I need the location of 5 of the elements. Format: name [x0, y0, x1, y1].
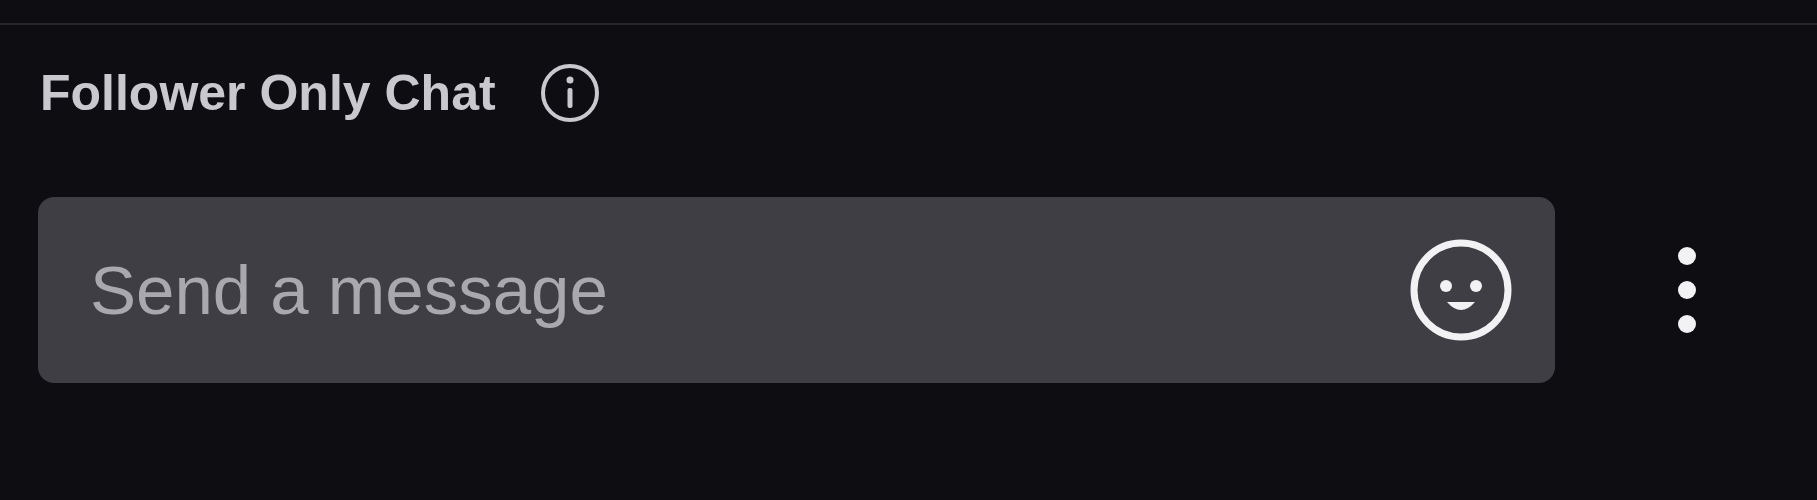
info-icon[interactable]	[539, 63, 600, 123]
message-input[interactable]: Send a message	[38, 197, 1555, 383]
chat-title: Follower Only Chat	[40, 68, 496, 118]
emoji-icon[interactable]	[1409, 238, 1513, 342]
more-options-icon[interactable]	[1677, 246, 1697, 334]
